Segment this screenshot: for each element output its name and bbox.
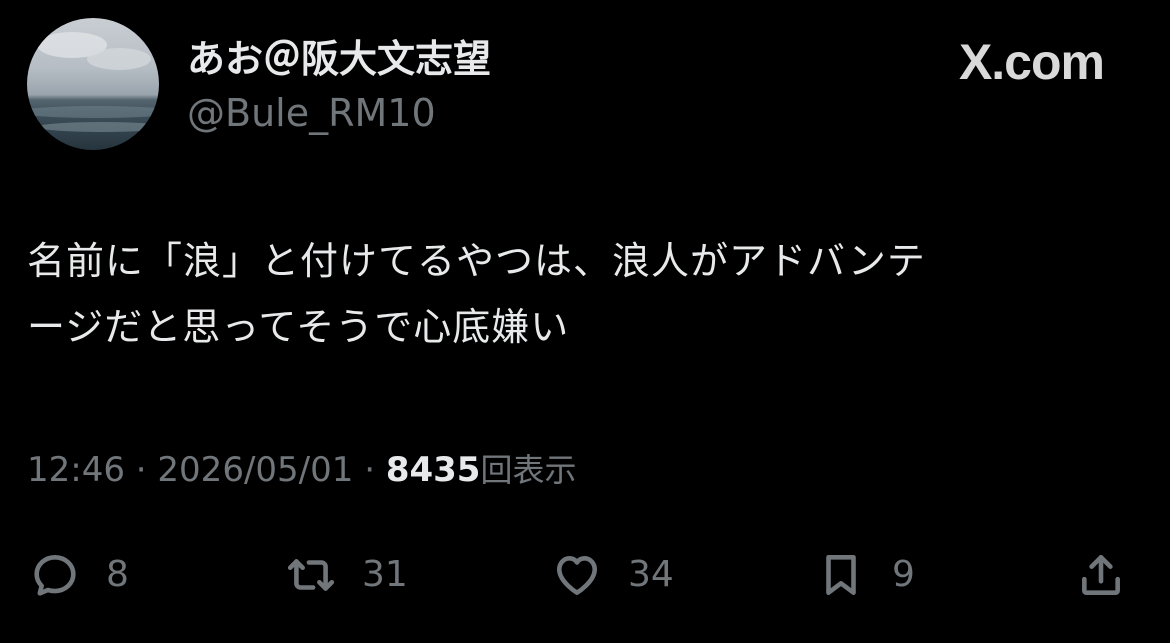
avatar[interactable] <box>27 18 159 150</box>
tweet-time[interactable]: 12:46 <box>27 450 125 490</box>
tweet-text-line: ージだと思ってそうで心底嫌い <box>27 305 570 349</box>
share-icon <box>1082 555 1120 595</box>
action-bar: 8 31 34 9 <box>0 540 1170 610</box>
views-count: 8435 <box>385 450 481 490</box>
avatar-wave <box>27 106 159 118</box>
author-handle[interactable]: @Bule_RM10 <box>187 88 436 138</box>
meta-separator: · <box>353 450 386 490</box>
retweet-count: 31 <box>362 554 408 595</box>
meta-separator: · <box>124 450 158 490</box>
reply-icon <box>34 555 76 596</box>
tweet-card: あお＠阪大文志望 @Bule_RM10 X.com 名前に「浪」と付けてるやつは… <box>0 0 1170 643</box>
reply-count: 8 <box>106 554 129 595</box>
x-logo: X.com <box>958 34 1105 90</box>
views-label: 回表示 <box>480 451 577 489</box>
avatar-wave <box>37 122 159 132</box>
tweet-meta: 12:46 · 2026/05/01 · 8435回表示 <box>27 444 576 496</box>
like-button[interactable]: 34 <box>552 540 674 610</box>
avatar-cloud <box>87 48 151 70</box>
tweet-text: 名前に「浪」と付けてるやつは、浪人がアドバンテ ージだと思ってそうで心底嫌い <box>27 228 1147 360</box>
bookmark-button[interactable]: 9 <box>816 540 915 610</box>
reply-button[interactable]: 8 <box>30 540 129 610</box>
share-button[interactable] <box>1076 540 1126 610</box>
bookmark-icon <box>826 555 856 595</box>
tweet-date[interactable]: 2026/05/01 <box>157 450 353 490</box>
retweet-icon <box>287 559 335 591</box>
bookmark-count: 9 <box>892 554 915 595</box>
retweet-button[interactable]: 31 <box>286 540 408 610</box>
author-display-name[interactable]: あお＠阪大文志望 <box>187 34 491 84</box>
heart-icon <box>557 556 597 595</box>
tweet-text-line: 名前に「浪」と付けてるやつは、浪人がアドバンテ <box>27 239 926 283</box>
like-count: 34 <box>628 554 674 595</box>
